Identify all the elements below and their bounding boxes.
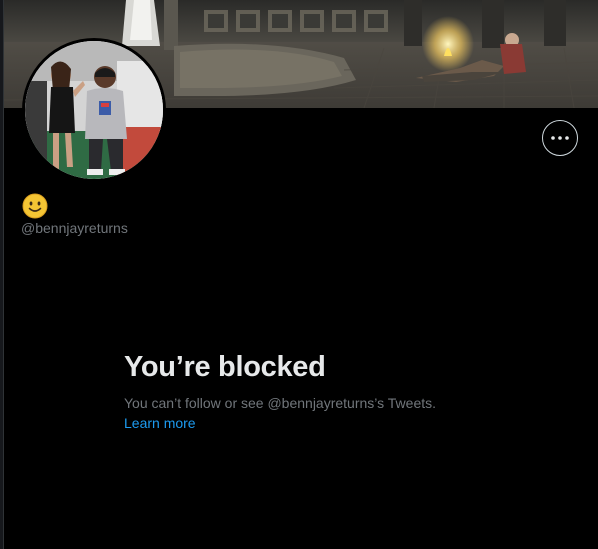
blocked-description: You can’t follow or see @bennjayreturns’… [124,395,437,411]
learn-more-link[interactable]: Learn more [124,414,196,432]
blocked-notice: You’re blocked You can’t follow or see @… [124,350,564,433]
profile-avatar[interactable] [22,38,166,182]
left-column-divider [0,0,4,549]
blocked-title: You’re blocked [124,351,326,383]
profile-handle: @bennjayreturns [21,220,128,236]
more-horizontal-icon [551,136,569,140]
display-name [22,193,48,219]
profile-page: @bennjayreturns You’re blocked You can’t… [0,0,598,549]
more-options-button[interactable] [542,120,578,156]
smiling-face-emoji [22,193,48,219]
